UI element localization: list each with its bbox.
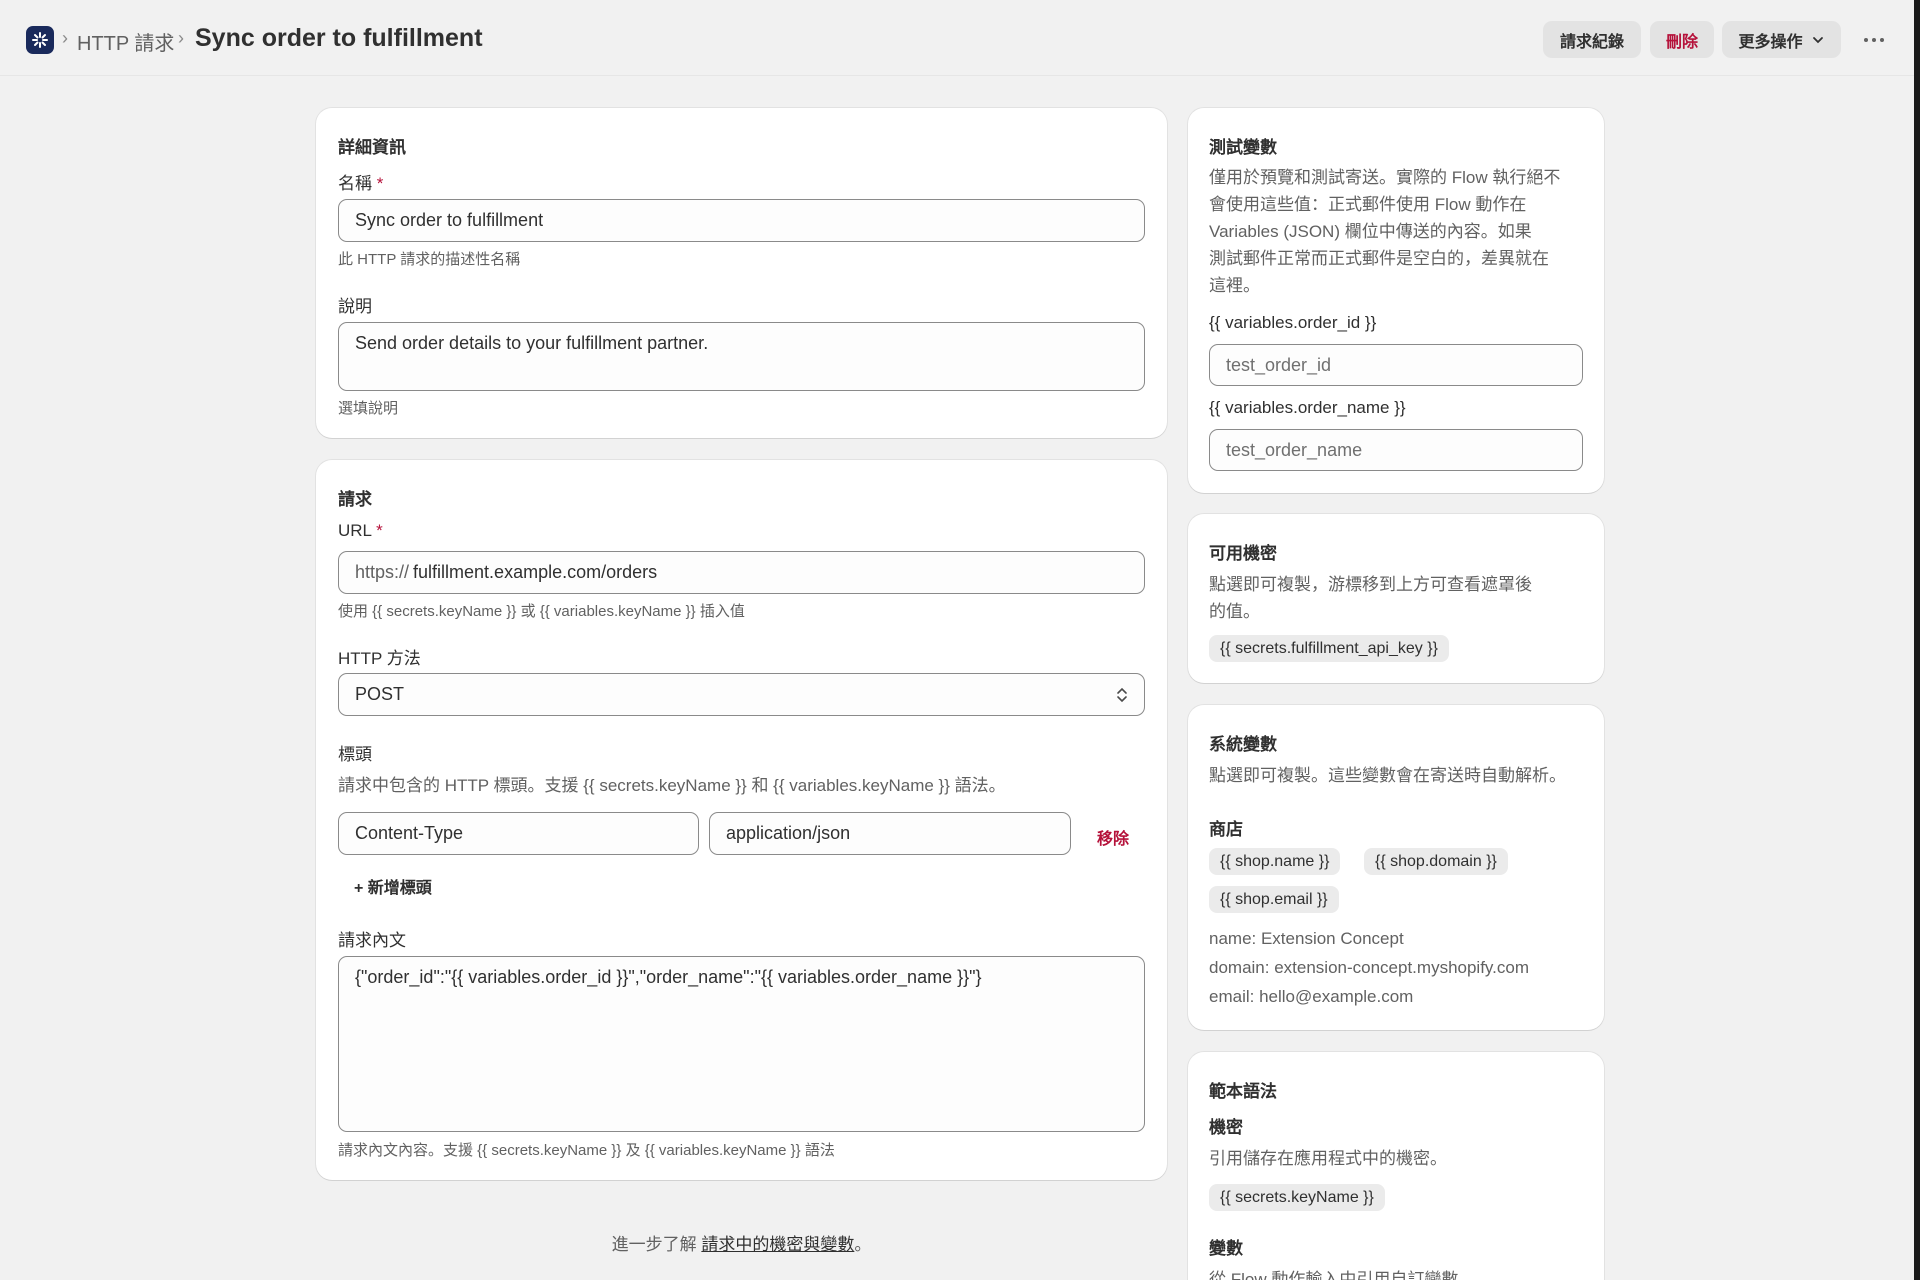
available-secrets-heading: 可用機密	[1209, 544, 1277, 563]
description-help: 選填說明	[338, 400, 399, 417]
details-card: 詳細資訊 名稱 * Sync order to fulfillment 此 HT…	[316, 108, 1167, 438]
shop-domain-value: domain: extension-concept.myshopify.com	[1209, 958, 1530, 977]
delete-button[interactable]: 刪除	[1650, 21, 1714, 58]
url-value: fulfillment.example.com/orders	[413, 562, 658, 582]
syntax-variables-heading: 變數	[1209, 1239, 1243, 1258]
order-name-placeholder: test_order_name	[1226, 439, 1363, 460]
learn-more-footer: 進一步了解 請求中的機密與變數。	[316, 1230, 1167, 1255]
order-id-placeholder: test_order_id	[1226, 354, 1332, 375]
test-variables-line: 測試郵件正常而正式郵件是空白的，差異就在	[1209, 249, 1549, 268]
learn-more-suffix: 。	[854, 1235, 872, 1254]
required-mark: *	[376, 174, 384, 193]
method-select[interactable]: POST	[338, 673, 1145, 716]
syntax-secrets-pill[interactable]: {{ secrets.keyName }}	[1209, 1184, 1385, 1211]
request-heading: 請求	[338, 490, 372, 509]
header-key-value: Content-Type	[355, 823, 464, 843]
shop-values: name: Extension Concept domain: extensio…	[1209, 924, 1529, 1011]
order-id-test-input[interactable]: test_order_id	[1209, 344, 1583, 386]
shop-email-value: email: hello@example.com	[1209, 987, 1414, 1006]
syntax-variables-description: 從 Flow 動作輸入中引用自訂變數	[1209, 1270, 1459, 1280]
breadcrumb-http-requests[interactable]: HTTP 請求	[77, 27, 174, 56]
name-label-text: 名稱	[338, 174, 372, 193]
secret-pill[interactable]: {{ secrets.fulfillment_api_key }}	[1209, 635, 1449, 662]
shop-name-pill[interactable]: {{ shop.name }}	[1209, 848, 1341, 875]
body-label: 請求內文	[338, 931, 406, 950]
select-chevrons-icon	[1117, 687, 1127, 703]
test-variables-line: 會使用這些值：正式郵件使用 Flow 動作在	[1209, 195, 1527, 214]
overflow-menu-icon[interactable]	[1856, 24, 1892, 56]
top-bar: › HTTP 請求 › Sync order to fulfillment 請求…	[0, 0, 1920, 76]
order-name-variable-label: {{ variables.order_name }}	[1209, 398, 1406, 417]
shop-heading: 商店	[1209, 820, 1243, 839]
system-variables-heading: 系統變數	[1209, 735, 1277, 754]
name-label: 名稱 *	[338, 169, 383, 194]
method-label: HTTP 方法	[338, 649, 421, 668]
request-card: 請求 URL * https://fulfillment.example.com…	[316, 460, 1167, 1180]
url-prefix: https://	[355, 562, 410, 582]
request-history-label: 請求紀錄	[1559, 33, 1624, 51]
available-secrets-line: 點選即可複製，游標移到上方可查看遮罩後	[1209, 575, 1532, 594]
header-key-input[interactable]: Content-Type	[338, 812, 699, 855]
chevron-down-icon	[1812, 36, 1823, 43]
required-mark: *	[376, 521, 383, 540]
test-variables-card: 測試變數 僅用於預覽和測試寄送。實際的 Flow 執行絕不 會使用這些值：正式郵…	[1188, 108, 1604, 493]
add-header-button[interactable]: + 新增標頭	[354, 874, 432, 898]
breadcrumb-separator: ›	[178, 28, 184, 48]
learn-more-prefix: 進一步了解	[611, 1235, 697, 1254]
body-help: 請求內文內容。支援 {{ secrets.keyName }} 及 {{ var…	[338, 1142, 835, 1159]
template-syntax-card: 範本語法 機密 引用儲存在應用程式中的機密。 {{ secrets.keyNam…	[1188, 1052, 1604, 1280]
test-variables-line: Variables (JSON) 欄位中傳送的內容。如果	[1209, 222, 1532, 241]
available-secrets-description: 點選即可複製，游標移到上方可查看遮罩後 的值。	[1209, 571, 1589, 625]
url-label: URL *	[338, 521, 383, 541]
body-value: {"order_id":"{{ variables.order_id }}","…	[355, 967, 982, 987]
remove-header-button[interactable]: 移除	[1097, 825, 1129, 849]
description-label: 說明	[338, 297, 372, 316]
name-input-value: Sync order to fulfillment	[355, 210, 544, 230]
header-value-input[interactable]: application/json	[709, 812, 1071, 855]
system-variables-description: 點選即可複製。這些變數會在寄送時自動解析。	[1209, 766, 1566, 785]
test-variables-description: 僅用於預覽和測試寄送。實際的 Flow 執行絕不 會使用這些值：正式郵件使用 F…	[1209, 164, 1589, 299]
shop-email-pill[interactable]: {{ shop.email }}	[1209, 886, 1339, 913]
sparkle-icon	[32, 32, 48, 48]
available-secrets-line: 的值。	[1209, 602, 1260, 621]
test-variables-line: 僅用於預覽和測試寄送。實際的 Flow 執行絕不	[1209, 168, 1561, 187]
syntax-secrets-description: 引用儲存在應用程式中的機密。	[1209, 1149, 1447, 1168]
header-value-value: application/json	[726, 823, 851, 843]
window-edge	[1914, 0, 1920, 1280]
name-help: 此 HTTP 請求的描述性名稱	[338, 251, 521, 268]
name-input[interactable]: Sync order to fulfillment	[338, 199, 1145, 242]
test-variables-line: 這裡。	[1209, 276, 1260, 295]
description-textarea[interactable]: Send order details to your fulfillment p…	[338, 322, 1145, 391]
system-variables-card: 系統變數 點選即可複製。這些變數會在寄送時自動解析。 商店 {{ shop.na…	[1188, 705, 1604, 1030]
template-syntax-heading: 範本語法	[1209, 1082, 1277, 1101]
available-secrets-card: 可用機密 點選即可複製，游標移到上方可查看遮罩後 的值。 {{ secrets.…	[1188, 514, 1604, 683]
details-heading: 詳細資訊	[338, 138, 406, 157]
learn-more-link[interactable]: 請求中的機密與變數	[701, 1235, 854, 1254]
shop-domain-pill[interactable]: {{ shop.domain }}	[1364, 848, 1508, 875]
app-icon[interactable]	[26, 26, 54, 54]
syntax-secrets-heading: 機密	[1209, 1118, 1243, 1137]
page-title: Sync order to fulfillment	[195, 24, 483, 52]
order-name-test-input[interactable]: test_order_name	[1209, 429, 1583, 471]
test-variables-heading: 測試變數	[1209, 138, 1277, 157]
more-actions-button[interactable]: 更多操作	[1722, 21, 1841, 58]
breadcrumb-separator: ›	[62, 28, 68, 48]
headers-help: 請求中包含的 HTTP 標頭。支援 {{ secrets.keyName }} …	[338, 776, 1006, 795]
headers-label: 標頭	[338, 745, 372, 764]
url-label-text: URL	[338, 521, 372, 540]
order-id-variable-label: {{ variables.order_id }}	[1209, 313, 1377, 332]
method-value: POST	[355, 684, 405, 704]
body-textarea[interactable]: {"order_id":"{{ variables.order_id }}","…	[338, 956, 1145, 1132]
delete-label: 刪除	[1665, 33, 1698, 51]
shop-name-value: name: Extension Concept	[1209, 929, 1404, 948]
url-input[interactable]: https://fulfillment.example.com/orders	[338, 551, 1145, 594]
url-help: 使用 {{ secrets.keyName }} 或 {{ variables.…	[338, 603, 745, 620]
more-actions-label: 更多操作	[1738, 33, 1803, 51]
request-history-button[interactable]: 請求紀錄	[1543, 21, 1641, 58]
description-value: Send order details to your fulfillment p…	[355, 333, 709, 353]
